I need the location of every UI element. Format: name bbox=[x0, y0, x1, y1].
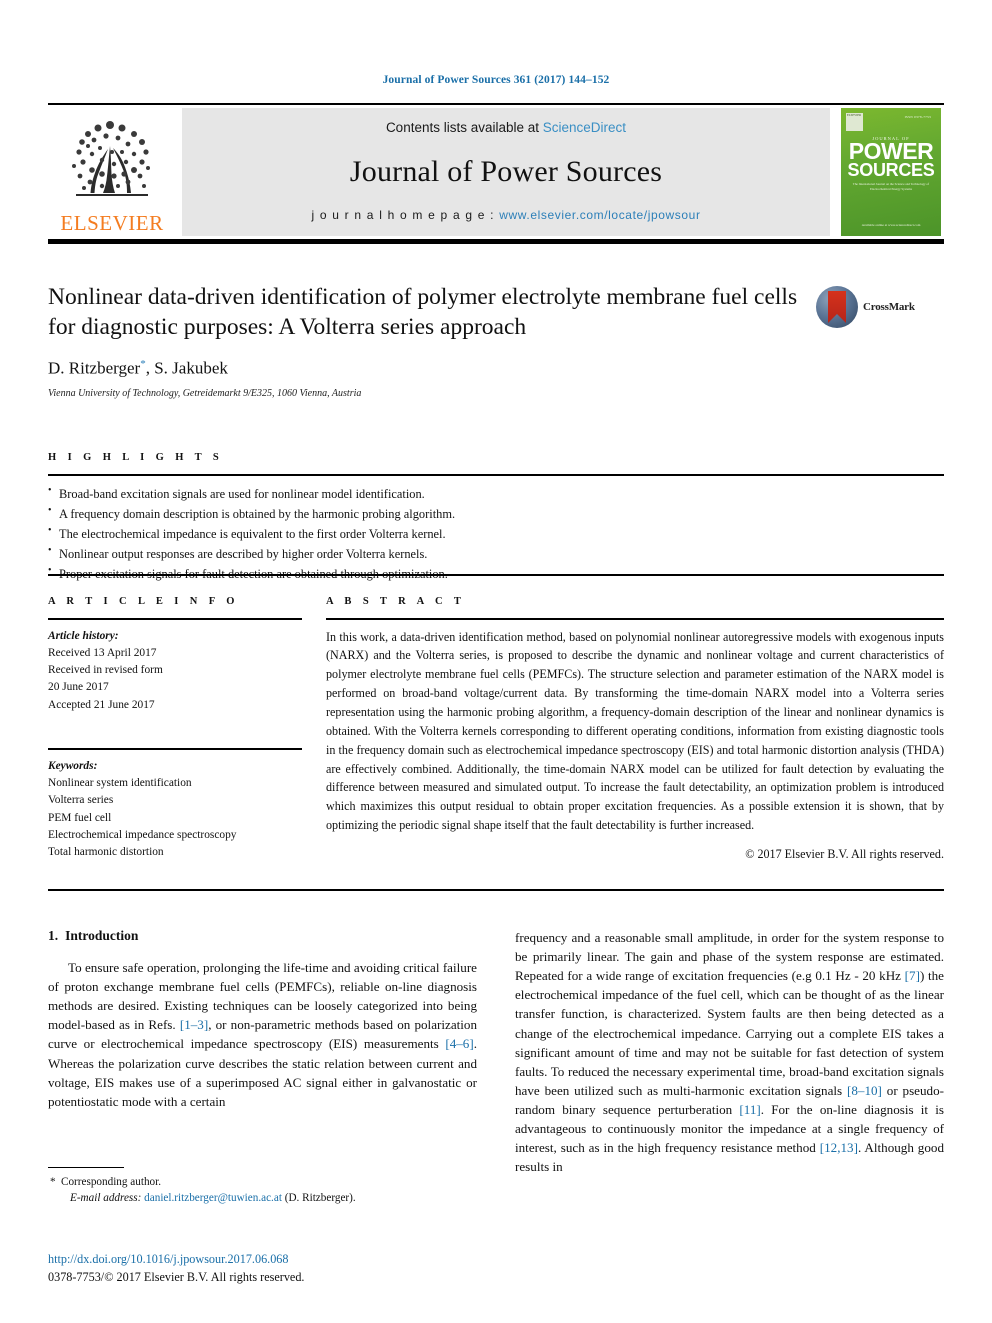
info-section-top-rule bbox=[48, 574, 944, 576]
footnote-corresponding-line: * Corresponding author. bbox=[48, 1174, 477, 1190]
elsevier-wordmark: ELSEVIER bbox=[60, 211, 164, 235]
abstract-column: A B S T R A C T In this work, a data-dri… bbox=[326, 596, 944, 862]
keywords-label: Keywords: bbox=[48, 759, 98, 772]
citation-12-13[interactable]: [12,13] bbox=[820, 1140, 858, 1155]
issn-copyright-line: 0378-7753/© 2017 Elsevier B.V. All right… bbox=[48, 1270, 305, 1284]
footnote-rule bbox=[48, 1167, 124, 1169]
intro-right-text-1: frequency and a reasonable small amplitu… bbox=[515, 930, 944, 984]
affiliation: Vienna University of Technology, Getreid… bbox=[48, 387, 362, 399]
masthead-top-rule bbox=[48, 103, 944, 105]
citation-11[interactable]: [11] bbox=[739, 1102, 760, 1117]
keywords-rule bbox=[48, 748, 302, 750]
homepage-label: j o u r n a l h o m e p a g e : bbox=[311, 208, 500, 222]
highlights-list: Broad-band excitation signals are used f… bbox=[48, 483, 944, 584]
journal-cover-image: ELSEVIER ISSN 0378-7753 JOURNAL OF POWER… bbox=[841, 108, 941, 236]
highlights-section: H I G H L I G H T S Broad-band excitatio… bbox=[48, 452, 944, 584]
cover-blurb: The International Journal on the Science… bbox=[852, 182, 930, 191]
sciencedirect-link[interactable]: ScienceDirect bbox=[543, 120, 626, 135]
citation-1-3[interactable]: [1–3] bbox=[180, 1017, 208, 1032]
footnote-star-marker: * bbox=[50, 1176, 56, 1189]
highlight-item: The electrochemical impedance is equival… bbox=[48, 523, 944, 544]
journal-homepage-line: j o u r n a l h o m e p a g e : www.else… bbox=[311, 208, 700, 222]
introduction-heading: 1. Introduction bbox=[48, 928, 477, 944]
email-address-owner: (D. Ritzberger). bbox=[284, 1192, 356, 1205]
highlight-item: A frequency domain description is obtain… bbox=[48, 503, 944, 524]
abstract-kicker: A B S T R A C T bbox=[326, 596, 466, 607]
cover-title-sources: SOURCES bbox=[847, 160, 935, 180]
running-head: Journal of Power Sources 361 (2017) 144–… bbox=[382, 74, 610, 86]
article-info-kicker: A R T I C L E I N F O bbox=[48, 596, 239, 607]
journal-title: Journal of Power Sources bbox=[349, 154, 663, 188]
elsevier-tree-icon bbox=[58, 116, 166, 212]
elsevier-logo: ELSEVIER bbox=[48, 108, 176, 236]
history-line: Received in revised form bbox=[48, 664, 163, 677]
history-line: 20 June 2017 bbox=[48, 681, 109, 694]
keyword-item: Volterra series bbox=[48, 794, 114, 807]
crossmark-badge-group[interactable]: CrossMark bbox=[816, 284, 932, 330]
corresponding-author-footnote: * Corresponding author. E-mail address: d… bbox=[48, 1167, 477, 1207]
article-history-label: Article history: bbox=[48, 629, 119, 642]
highlight-item: Broad-band excitation signals are used f… bbox=[48, 483, 944, 504]
info-abstract-section: A R T I C L E I N F O Article history: R… bbox=[48, 596, 944, 862]
cover-footer: Available online at www.sciencedirect.co… bbox=[861, 222, 921, 227]
cover-issn: ISSN 0378-7753 bbox=[904, 115, 931, 119]
footnote-email-line: E-mail address: daniel.ritzberger@tuwien… bbox=[48, 1190, 477, 1206]
introduction-paragraph-right: frequency and a reasonable small amplitu… bbox=[515, 928, 944, 1176]
abstract-copyright: © 2017 Elsevier B.V. All rights reserved… bbox=[745, 847, 944, 862]
introduction-paragraph-left: To ensure safe operation, prolonging the… bbox=[48, 958, 477, 1111]
body-column-left: 1. Introduction To ensure safe operation,… bbox=[48, 928, 477, 1176]
body-columns: 1. Introduction To ensure safe operation,… bbox=[48, 928, 944, 1176]
keywords-group: Keywords: Nonlinear system identificatio… bbox=[48, 758, 302, 862]
history-line: Received 13 April 2017 bbox=[48, 646, 157, 659]
highlights-rule bbox=[48, 474, 944, 476]
contents-available-line: Contents lists available at ScienceDirec… bbox=[386, 120, 626, 135]
citation-8-10[interactable]: [8–10] bbox=[847, 1083, 882, 1098]
body-section-top-rule bbox=[48, 889, 944, 891]
body-column-right: frequency and a reasonable small amplitu… bbox=[515, 928, 944, 1176]
introduction-number: 1. bbox=[48, 928, 59, 943]
homepage-url-link[interactable]: www.elsevier.com/locate/jpowsour bbox=[499, 208, 700, 222]
history-line: Accepted 21 June 2017 bbox=[48, 698, 155, 711]
footer-doi-block: http://dx.doi.org/10.1016/j.jpowsour.201… bbox=[48, 1252, 508, 1285]
journal-masthead: ELSEVIER Contents lists available at Sci… bbox=[48, 108, 944, 236]
cover-publisher-badge: ELSEVIER bbox=[846, 113, 863, 131]
author-rest: , S. Jakubek bbox=[145, 358, 228, 378]
masthead-bottom-rule bbox=[48, 239, 944, 244]
journal-cover: ELSEVIER ISSN 0378-7753 JOURNAL OF POWER… bbox=[838, 108, 944, 236]
keyword-item: Nonlinear system identification bbox=[48, 776, 192, 789]
contents-prefix: Contents lists available at bbox=[385, 120, 543, 135]
article-info-rule bbox=[48, 618, 302, 620]
article-title: Nonlinear data-driven identification of … bbox=[48, 284, 798, 341]
abstract-text: In this work, a data-driven identificati… bbox=[326, 629, 944, 833]
introduction-heading-label: Introduction bbox=[65, 928, 139, 943]
masthead-center: Contents lists available at ScienceDirec… bbox=[182, 108, 830, 236]
title-block: Nonlinear data-driven identification of … bbox=[48, 282, 944, 399]
author-first: D. Ritzberger bbox=[48, 358, 141, 378]
doi-link[interactable]: http://dx.doi.org/10.1016/j.jpowsour.201… bbox=[48, 1252, 508, 1267]
keyword-item: PEM fuel cell bbox=[48, 811, 112, 824]
citation-4-6[interactable]: [4–6] bbox=[445, 1036, 473, 1051]
article-info-column: A R T I C L E I N F O Article history: R… bbox=[48, 596, 302, 862]
crossmark-label: CrossMark bbox=[863, 301, 915, 313]
keyword-item: Electrochemical impedance spectroscopy bbox=[48, 828, 237, 841]
email-address-label: E-mail address: bbox=[70, 1192, 142, 1205]
crossmark-icon bbox=[816, 286, 858, 328]
abstract-rule bbox=[326, 618, 944, 620]
footnote-corresponding-text: Corresponding author. bbox=[61, 1176, 162, 1189]
keyword-item: Total harmonic distortion bbox=[48, 846, 164, 859]
author-list: D. Ritzberger*, S. Jakubek bbox=[48, 358, 944, 379]
article-history-group: Article history: Received 13 April 2017 … bbox=[48, 628, 302, 715]
intro-right-text-2: ) the electrochemical impedance of the f… bbox=[515, 968, 944, 1098]
email-address-link[interactable]: daniel.ritzberger@tuwien.ac.at bbox=[144, 1192, 282, 1204]
highlight-item: Nonlinear output responses are described… bbox=[48, 543, 944, 564]
article-page: Journal of Power Sources 361 (2017) 144–… bbox=[0, 0, 992, 1323]
highlights-kicker: H I G H L I G H T S bbox=[48, 452, 224, 463]
citation-7[interactable]: [7] bbox=[905, 968, 920, 983]
